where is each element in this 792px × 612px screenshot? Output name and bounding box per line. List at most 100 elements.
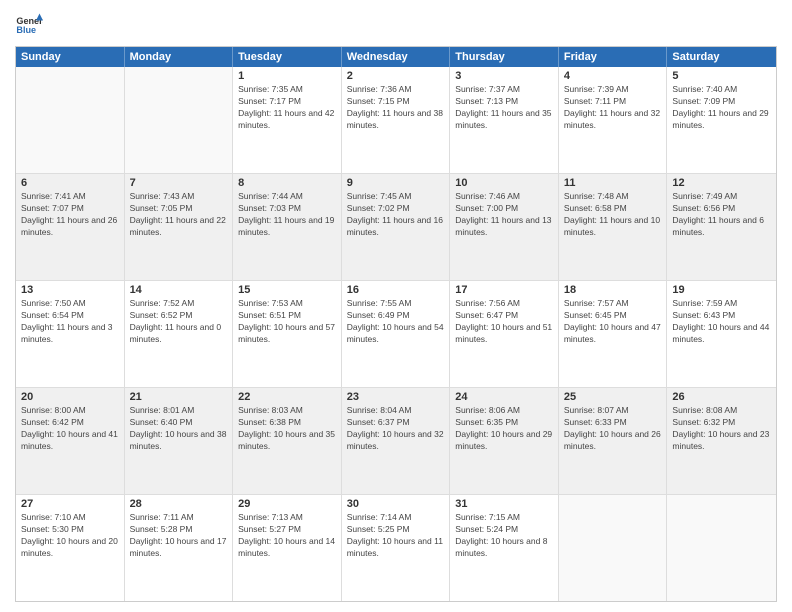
day-number: 16 (347, 284, 445, 296)
weekday-header-friday: Friday (559, 47, 668, 67)
cell-content: Sunrise: 7:41 AM Sunset: 7:07 PM Dayligh… (21, 191, 119, 239)
day-number: 3 (455, 70, 553, 82)
day-number: 28 (130, 498, 228, 510)
calendar-cell: 29Sunrise: 7:13 AM Sunset: 5:27 PM Dayli… (233, 495, 342, 601)
cell-content: Sunrise: 7:55 AM Sunset: 6:49 PM Dayligh… (347, 298, 445, 346)
calendar-cell: 11 Sunrise: 7:48 AM Sunset: 6:58 PM Dayli… (559, 174, 668, 280)
weekday-header-thursday: Thursday (450, 47, 559, 67)
calendar-cell: 21 Sunrise: 8:01 AM Sunset: 6:40 PM Dayli… (125, 388, 234, 494)
day-number: 1 (238, 70, 336, 82)
day-number: 18 (564, 284, 662, 296)
cell-content: Sunrise: 7:10 AM Sunset: 5:30 PM Dayligh… (21, 512, 119, 560)
calendar-cell: 26 Sunrise: 8:08 AM Sunset: 6:32 PM Dayli… (667, 388, 776, 494)
calendar-cell: 3 Sunrise: 7:37 AM Sunset: 7:13 PM Daylig… (450, 67, 559, 173)
cell-content: Sunrise: 7:56 AM Sunset: 6:47 PM Dayligh… (455, 298, 553, 346)
cell-content: Sunrise: 7:45 AM Sunset: 7:02 PM Dayligh… (347, 191, 445, 239)
calendar-cell (667, 495, 776, 601)
cell-content: Sunrise: 7:59 AM Sunset: 6:43 PM Dayligh… (672, 298, 771, 346)
day-number: 8 (238, 177, 336, 189)
calendar-row: 27 Sunrise: 7:10 AM Sunset: 5:30 PM Dayli… (16, 494, 776, 601)
calendar-cell: 19 Sunrise: 7:59 AM Sunset: 6:43 PM Dayli… (667, 281, 776, 387)
calendar-header: SundayMondayTuesdayWednesdayThursdayFrid… (16, 47, 776, 67)
day-number: 11 (564, 177, 662, 189)
calendar-row: 13 Sunrise: 7:50 AM Sunset: 6:54 PM Dayli… (16, 280, 776, 387)
calendar-cell: 13 Sunrise: 7:50 AM Sunset: 6:54 PM Dayli… (16, 281, 125, 387)
calendar-cell: 30Sunrise: 7:14 AM Sunset: 5:25 PM Dayli… (342, 495, 451, 601)
calendar-cell: 22Sunrise: 8:03 AM Sunset: 6:38 PM Dayli… (233, 388, 342, 494)
calendar-cell: 12 Sunrise: 7:49 AM Sunset: 6:56 PM Dayli… (667, 174, 776, 280)
logo-icon: General Blue (15, 10, 43, 38)
day-number: 24 (455, 391, 553, 403)
calendar: SundayMondayTuesdayWednesdayThursdayFrid… (15, 46, 777, 602)
weekday-header-sunday: Sunday (16, 47, 125, 67)
cell-content: Sunrise: 7:11 AM Sunset: 5:28 PM Dayligh… (130, 512, 228, 560)
calendar-row: 20 Sunrise: 8:00 AM Sunset: 6:42 PM Dayli… (16, 387, 776, 494)
cell-content: Sunrise: 8:08 AM Sunset: 6:32 PM Dayligh… (672, 405, 771, 453)
cell-content: Sunrise: 7:35 AM Sunset: 7:17 PM Dayligh… (238, 84, 336, 132)
calendar-cell: 7 Sunrise: 7:43 AM Sunset: 7:05 PM Daylig… (125, 174, 234, 280)
calendar-cell: 1 Sunrise: 7:35 AM Sunset: 7:17 PM Daylig… (233, 67, 342, 173)
calendar-cell: 18 Sunrise: 7:57 AM Sunset: 6:45 PM Dayli… (559, 281, 668, 387)
calendar-cell: 14Sunrise: 7:52 AM Sunset: 6:52 PM Dayli… (125, 281, 234, 387)
cell-content: Sunrise: 7:50 AM Sunset: 6:54 PM Dayligh… (21, 298, 119, 346)
cell-content: Sunrise: 7:48 AM Sunset: 6:58 PM Dayligh… (564, 191, 662, 239)
day-number: 23 (347, 391, 445, 403)
calendar-cell: 31Sunrise: 7:15 AM Sunset: 5:24 PM Dayli… (450, 495, 559, 601)
calendar-cell: 23 Sunrise: 8:04 AM Sunset: 6:37 PM Dayli… (342, 388, 451, 494)
day-number: 15 (238, 284, 336, 296)
calendar-cell: 16 Sunrise: 7:55 AM Sunset: 6:49 PM Dayli… (342, 281, 451, 387)
cell-content: Sunrise: 7:53 AM Sunset: 6:51 PM Dayligh… (238, 298, 336, 346)
day-number: 20 (21, 391, 119, 403)
calendar-cell: 15 Sunrise: 7:53 AM Sunset: 6:51 PM Dayli… (233, 281, 342, 387)
calendar-cell (559, 495, 668, 601)
day-number: 26 (672, 391, 771, 403)
cell-content: Sunrise: 7:13 AM Sunset: 5:27 PM Dayligh… (238, 512, 336, 560)
cell-content: Sunrise: 8:04 AM Sunset: 6:37 PM Dayligh… (347, 405, 445, 453)
day-number: 6 (21, 177, 119, 189)
cell-content: Sunrise: 7:49 AM Sunset: 6:56 PM Dayligh… (672, 191, 771, 239)
cell-content: Sunrise: 8:00 AM Sunset: 6:42 PM Dayligh… (21, 405, 119, 453)
weekday-header-saturday: Saturday (667, 47, 776, 67)
calendar-cell: 24 Sunrise: 8:06 AM Sunset: 6:35 PM Dayli… (450, 388, 559, 494)
weekday-header-monday: Monday (125, 47, 234, 67)
calendar-cell: 5 Sunrise: 7:40 AM Sunset: 7:09 PM Daylig… (667, 67, 776, 173)
day-number: 17 (455, 284, 553, 296)
svg-text:Blue: Blue (16, 25, 36, 35)
calendar-cell: 27 Sunrise: 7:10 AM Sunset: 5:30 PM Dayli… (16, 495, 125, 601)
cell-content: Sunrise: 8:07 AM Sunset: 6:33 PM Dayligh… (564, 405, 662, 453)
calendar-cell: 6 Sunrise: 7:41 AM Sunset: 7:07 PM Daylig… (16, 174, 125, 280)
weekday-header-tuesday: Tuesday (233, 47, 342, 67)
weekday-header-wednesday: Wednesday (342, 47, 451, 67)
cell-content: Sunrise: 8:06 AM Sunset: 6:35 PM Dayligh… (455, 405, 553, 453)
cell-content: Sunrise: 7:43 AM Sunset: 7:05 PM Dayligh… (130, 191, 228, 239)
calendar-row: 6 Sunrise: 7:41 AM Sunset: 7:07 PM Daylig… (16, 173, 776, 280)
day-number: 7 (130, 177, 228, 189)
calendar-cell: 20 Sunrise: 8:00 AM Sunset: 6:42 PM Dayli… (16, 388, 125, 494)
cell-content: Sunrise: 7:37 AM Sunset: 7:13 PM Dayligh… (455, 84, 553, 132)
cell-content: Sunrise: 7:36 AM Sunset: 7:15 PM Dayligh… (347, 84, 445, 132)
day-number: 12 (672, 177, 771, 189)
day-number: 13 (21, 284, 119, 296)
cell-content: Sunrise: 7:14 AM Sunset: 5:25 PM Dayligh… (347, 512, 445, 560)
page-header: General Blue (15, 10, 777, 38)
day-number: 31 (455, 498, 553, 510)
day-number: 5 (672, 70, 771, 82)
day-number: 19 (672, 284, 771, 296)
cell-content: Sunrise: 7:57 AM Sunset: 6:45 PM Dayligh… (564, 298, 662, 346)
day-number: 21 (130, 391, 228, 403)
cell-content: Sunrise: 7:52 AM Sunset: 6:52 PM Dayligh… (130, 298, 228, 346)
logo: General Blue (15, 10, 43, 38)
calendar-cell (125, 67, 234, 173)
calendar-cell: 10Sunrise: 7:46 AM Sunset: 7:00 PM Dayli… (450, 174, 559, 280)
cell-content: Sunrise: 8:01 AM Sunset: 6:40 PM Dayligh… (130, 405, 228, 453)
calendar-cell: 28 Sunrise: 7:11 AM Sunset: 5:28 PM Dayli… (125, 495, 234, 601)
day-number: 25 (564, 391, 662, 403)
calendar-cell: 9Sunrise: 7:45 AM Sunset: 7:02 PM Daylig… (342, 174, 451, 280)
cell-content: Sunrise: 8:03 AM Sunset: 6:38 PM Dayligh… (238, 405, 336, 453)
cell-content: Sunrise: 7:39 AM Sunset: 7:11 PM Dayligh… (564, 84, 662, 132)
day-number: 27 (21, 498, 119, 510)
calendar-cell: 25 Sunrise: 8:07 AM Sunset: 6:33 PM Dayli… (559, 388, 668, 494)
cell-content: Sunrise: 7:40 AM Sunset: 7:09 PM Dayligh… (672, 84, 771, 132)
calendar-cell: 8 Sunrise: 7:44 AM Sunset: 7:03 PM Daylig… (233, 174, 342, 280)
cell-content: Sunrise: 7:44 AM Sunset: 7:03 PM Dayligh… (238, 191, 336, 239)
